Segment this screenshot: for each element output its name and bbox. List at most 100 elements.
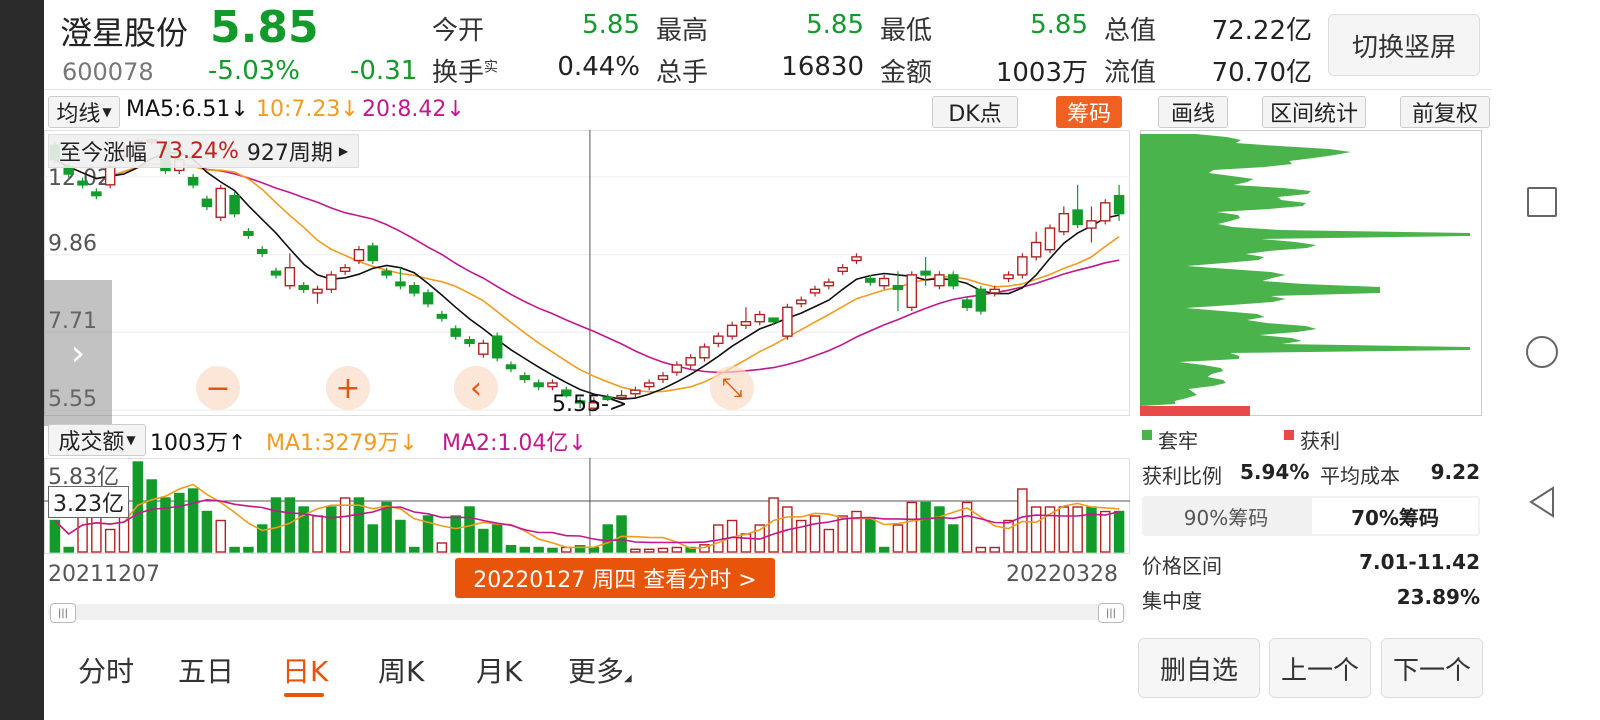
volume-bar [878,546,890,553]
circle-icon [1526,336,1558,368]
volume-bar [643,548,655,553]
volume-bar [934,506,945,553]
candle-body [436,313,448,319]
zoom-out-button[interactable]: − [196,366,240,410]
minus-icon: − [205,370,231,406]
caret-right-icon: ▶ [338,144,349,158]
tab-monthly-k[interactable]: 月K [476,650,522,690]
tab-more[interactable]: 更多◢ [568,650,632,690]
volume-bar [395,519,406,553]
candle-body [1072,209,1083,226]
volume-bar [326,506,337,553]
switch-portrait-button[interactable]: 切换竖屏 [1328,14,1480,76]
open-label: 今开 [432,16,485,46]
candle-body [975,288,987,312]
volume-bar [1113,510,1125,553]
candle-body [961,299,973,309]
volume-bar [823,528,835,553]
price-range-value: 7.01-11.42 [1359,550,1480,574]
tab-70-chips[interactable]: 70%筹码 [1312,498,1478,534]
candle-body [1030,241,1042,258]
volume-bar [533,546,544,553]
legend-profit: 获利 [1300,429,1340,453]
tab-daily-k[interactable]: 日K [282,650,328,690]
recent-apps-button[interactable] [1522,182,1562,222]
scroll-handle-right[interactable]: ||| [1098,603,1124,623]
remove-watchlist-button[interactable]: 删自选 [1138,638,1260,698]
volume-bar [809,515,821,553]
end-date: 20220328 [1006,562,1118,587]
chevron-left-icon: ‹ [470,370,482,406]
ma-select[interactable]: 均线 ▼ [48,96,120,128]
volume-bar [132,461,144,553]
mktcap-label: 总值 [1104,16,1157,46]
volume-current: 1003万↑ [150,431,247,456]
candle-body [671,364,683,373]
volume-bar [975,546,987,553]
volume-indicator-select[interactable]: 成交额 ▼ [48,424,146,456]
candle-body [215,187,227,218]
home-button[interactable] [1522,332,1562,372]
back-button[interactable] [1522,482,1562,522]
candle-body [547,382,558,388]
scroll-left-button[interactable]: ‹ [454,366,498,410]
chevron-right-icon: › [70,332,86,374]
candle-body [713,335,724,345]
avg-cost-label: 平均成本 [1320,464,1400,488]
volume-bar [547,547,558,553]
candle-body [934,274,945,287]
candle-body [312,288,323,294]
candle-body [104,166,116,186]
ma20-value: 20:8.42↓ [362,97,465,122]
volume-label: 总手 [656,58,709,88]
previous-stock-button[interactable]: 上一个 [1269,638,1371,698]
range-stat-button[interactable]: 区间统计 [1262,96,1366,128]
volume-bar [1100,510,1111,553]
chip-profit-area [1140,406,1250,416]
gain-since-box[interactable]: 至今涨幅 73.24% 927周期 ▶ [48,134,360,168]
chips-button[interactable]: 筹码 [1056,96,1122,128]
low-label: 最低 [880,16,933,46]
range-scrollbar[interactable] [48,604,1126,620]
zoom-in-button[interactable]: + [326,366,370,410]
left-system-bar [0,0,44,720]
float-value: 70.70亿 [1211,58,1312,88]
volume-bar [312,515,323,553]
amount-value: 1003万 [995,58,1088,88]
candle-body [768,317,779,323]
candle-body [740,321,752,327]
candle-body [865,277,876,283]
dk-point-button[interactable]: DK点 [932,96,1018,128]
view-intraday-badge[interactable]: 20220127 周四 查看分时 > [455,558,775,598]
tab-weekly-k[interactable]: 周K [378,650,424,690]
draw-line-button[interactable]: 画线 [1158,96,1228,128]
volume-bar [616,515,627,553]
volume-bar [229,546,240,553]
volume-bar [63,546,74,553]
candle-body [754,313,766,323]
tab-five-day[interactable]: 五日 [178,650,234,690]
volume-chart[interactable]: 5.83亿 [44,458,1130,554]
vol-ma2: MA2:1.04亿↓ [442,431,587,456]
scroll-handle-left[interactable]: ||| [50,603,76,623]
candle-body [395,281,406,287]
square-icon [1527,187,1557,217]
collapse-button[interactable]: ⤡ [710,366,754,410]
tab-90-chips[interactable]: 90%筹码 [1142,496,1310,536]
candle-body [851,256,862,262]
volume-bar [740,533,752,553]
volume-bar [436,542,448,553]
adjust-button[interactable]: 前复权 [1400,96,1490,128]
next-stock-button[interactable]: 下一个 [1381,638,1483,698]
volume-bar [464,506,475,553]
float-label: 流值 [1104,58,1157,88]
concentration-value: 23.89% [1396,585,1480,609]
volume-bar [243,546,254,553]
candle-body [1003,274,1014,280]
tab-intraday[interactable]: 分时 [78,650,134,690]
candle-body [77,180,88,186]
expand-left-handle[interactable]: › [44,280,112,426]
amount-label: 金额 [880,58,933,88]
start-date: 20211207 [48,562,160,587]
candle-body [1017,256,1028,276]
